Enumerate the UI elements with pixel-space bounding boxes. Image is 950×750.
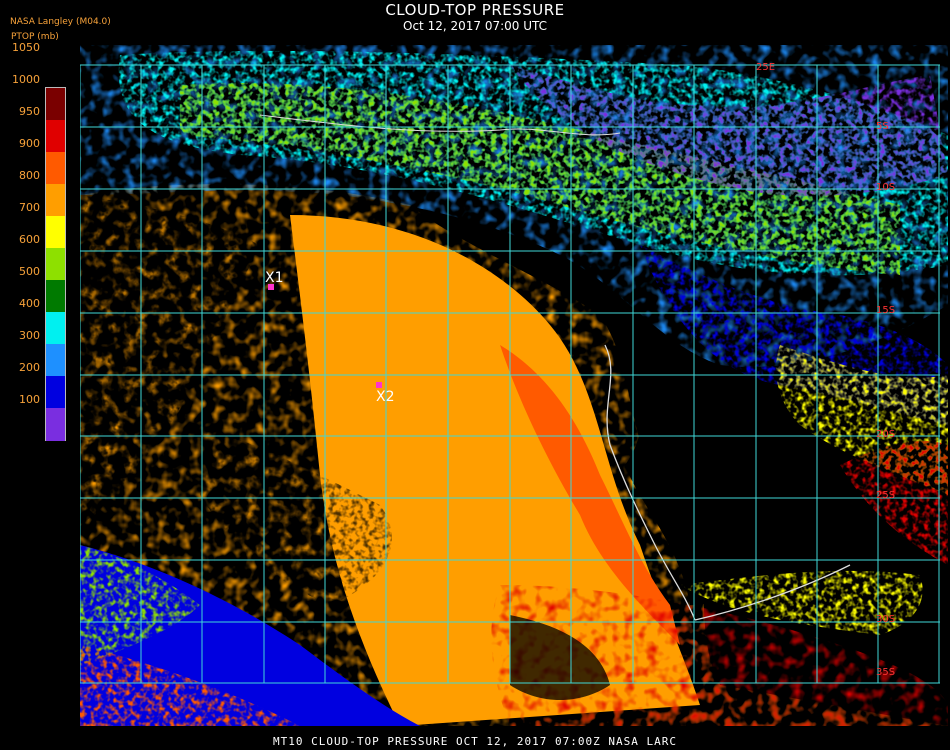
map-title: CLOUD-TOP PRESSURE	[385, 1, 565, 19]
latitude-label: 15S	[876, 305, 895, 316]
legend-color-swatch	[46, 408, 65, 441]
marker-x2-dot	[376, 382, 382, 388]
legend-tick-label: 300	[19, 329, 40, 342]
legend-color-swatch	[46, 344, 65, 377]
map-subtitle: Oct 12, 2017 07:00 UTC	[403, 19, 547, 33]
legend-tick-label: 500	[19, 265, 40, 278]
marker-x1-label: X1	[265, 270, 284, 286]
marker-x2-label: X2	[376, 389, 395, 405]
lon-label-25e: 25E	[756, 62, 775, 73]
legend-tick-label: 1050	[12, 41, 40, 54]
cloud-field	[80, 45, 948, 726]
legend-tick-label: 700	[19, 201, 40, 214]
legend-tick-label: 200	[19, 361, 40, 374]
legend-tick-label: 100	[19, 393, 40, 406]
source-label: NASA Langley (M04.0)	[10, 17, 111, 27]
legend-color-swatch	[46, 152, 65, 185]
legend-tick-label: 950	[19, 105, 40, 118]
header: CLOUD-TOP PRESSURE Oct 12, 2017 07:00 UT…	[0, 0, 950, 46]
latitude-label: 20S	[876, 429, 895, 440]
legend-color-swatch	[46, 120, 65, 153]
legend-color-swatch	[46, 376, 65, 409]
legend-color-swatch	[46, 88, 65, 121]
cloud-top-pressure-map: 5S 10S 15S 20S 25S 30S 35S X1 X2 25E	[80, 45, 948, 726]
latitude-label: 35S	[876, 667, 895, 678]
legend-colorbar	[45, 87, 66, 441]
legend-tick-label: 1000	[12, 73, 40, 86]
legend-color-swatch	[46, 184, 65, 217]
footer-caption: MT10 CLOUD-TOP PRESSURE OCT 12, 2017 07:…	[273, 735, 677, 748]
latitude-label: 5S	[876, 121, 889, 132]
legend-tick-label: 600	[19, 233, 40, 246]
legend-color-swatch	[46, 312, 65, 345]
color-legend: 1050 1000 950 900 800 700 600 500 400 300 200 100	[0, 40, 80, 441]
legend-color-swatch	[46, 216, 65, 249]
legend-tick-label: 800	[19, 169, 40, 182]
legend-tick-label: 900	[19, 137, 40, 150]
latitude-label: 10S	[876, 182, 895, 193]
legend-color-swatch	[46, 280, 65, 313]
latitude-label: 30S	[876, 614, 895, 625]
legend-color-swatch	[46, 248, 65, 281]
latitude-label: 25S	[876, 490, 895, 501]
legend-tick-label: 400	[19, 297, 40, 310]
